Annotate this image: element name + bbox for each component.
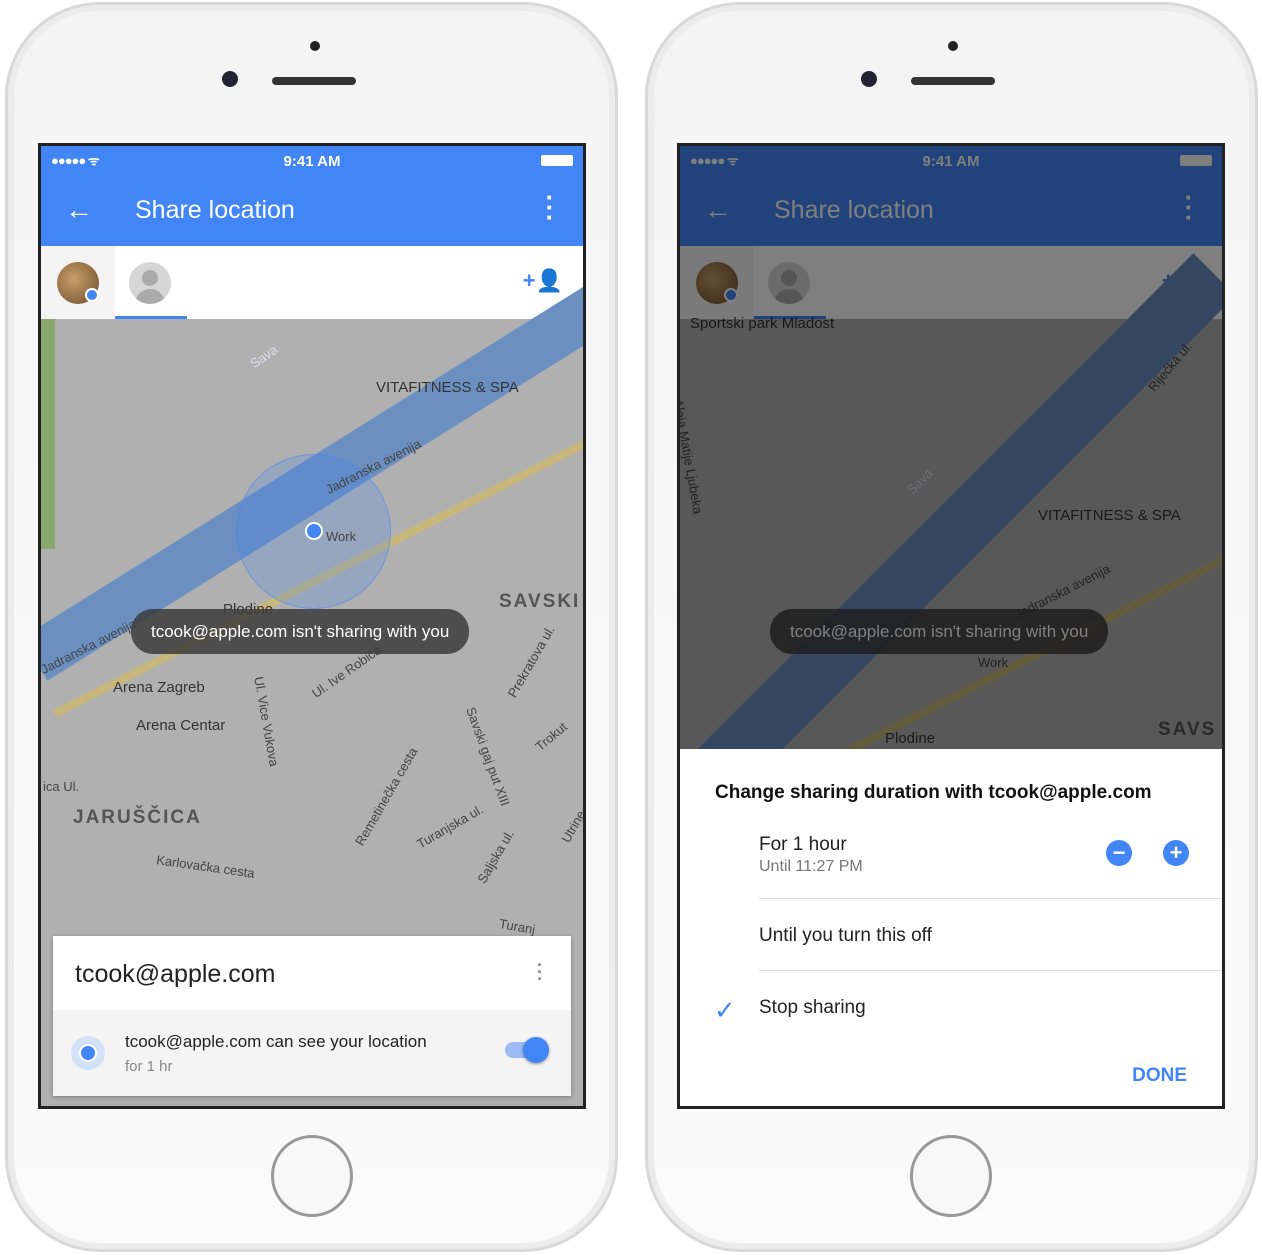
option-until-off[interactable]: Until you turn this off: [759, 925, 932, 947]
battery-icon: [541, 155, 573, 166]
map-label: Remetinečka cesta: [352, 744, 421, 849]
sharing-duration: for 1 hr: [125, 1058, 173, 1075]
map-label: Savski gaj put XIII: [463, 705, 513, 808]
map-label: VITAFITNESS & SPA: [376, 379, 519, 396]
proximity-sensor: [310, 41, 320, 51]
clock: 9:41 AM: [283, 153, 341, 170]
map-label: ica Ul.: [43, 779, 80, 794]
add-person-icon[interactable]: +👤: [523, 268, 563, 294]
map-label: JARUŠČICA: [73, 807, 202, 828]
home-button[interactable]: [271, 1135, 353, 1217]
screen-right: ●●●●● ᯤ 9:41 AM ← Share location ··· +👤 …: [677, 143, 1225, 1109]
map-label: Arena Zagreb: [113, 679, 205, 696]
divider: [759, 970, 1222, 971]
location-dot-icon: [71, 1036, 105, 1070]
option-for-1-hour-until: Until 11:27 PM: [759, 858, 863, 875]
proximity-sensor: [948, 41, 958, 51]
page-title: Share location: [135, 196, 295, 224]
map-label: Karlovačka cesta: [155, 852, 256, 881]
map-label: Sava: [247, 341, 281, 372]
front-camera: [861, 71, 877, 87]
check-icon: ✓: [714, 995, 736, 1025]
speaker: [911, 77, 995, 85]
sharing-row: tcook@apple.com can see your location fo…: [53, 1010, 571, 1096]
tab-contact-avatar[interactable]: [129, 262, 171, 304]
more-vert-icon[interactable]: ···: [537, 956, 543, 988]
divider: [759, 898, 1222, 899]
map-label: Turanjska ul.: [414, 801, 486, 852]
back-arrow-icon[interactable]: ←: [65, 194, 93, 226]
home-button[interactable]: [910, 1135, 992, 1217]
contact-email: tcook@apple.com: [75, 960, 276, 988]
map-label: Prekratova ul.: [504, 623, 558, 700]
plus-icon[interactable]: +: [1163, 840, 1189, 866]
map-label: Ul. Vice Vukova: [251, 675, 282, 768]
app-bar: ← Share location ···: [41, 176, 583, 246]
more-vert-icon[interactable]: ···: [545, 184, 555, 230]
speaker: [272, 77, 356, 85]
map-label: Utrine: [558, 807, 586, 846]
duration-sheet: Change sharing duration with tcook@apple…: [680, 749, 1222, 1106]
map[interactable]: Sava VITAFITNESS & SPA Jadranska avenija…: [41, 267, 586, 1106]
option-for-1-hour[interactable]: For 1 hour: [759, 834, 847, 856]
sharing-card: tcook@apple.com · · · tcook@apple.com can …: [53, 936, 571, 1096]
option-stop-sharing[interactable]: Stop sharing: [759, 997, 866, 1019]
done-button[interactable]: DONE: [1132, 1065, 1187, 1087]
status-bar: ●●●●● ᯤ 9:41 AM: [41, 146, 583, 176]
map-label: Saljska ul.: [474, 827, 517, 886]
map-label: SAVSKI: [499, 591, 581, 612]
sheet-title: Change sharing duration with tcook@apple…: [715, 782, 1152, 803]
tab-self[interactable]: [41, 246, 115, 319]
map-label: Work: [326, 529, 357, 544]
scrim[interactable]: [680, 146, 1222, 749]
front-camera: [222, 71, 238, 87]
map-label: Arena Centar: [136, 717, 226, 734]
sharing-toggle[interactable]: [505, 1037, 549, 1063]
map-label: Turanj: [497, 915, 537, 938]
toast: tcook@apple.com isn't sharing with you: [131, 609, 470, 654]
map-label: Trokut: [532, 719, 570, 754]
minus-icon[interactable]: −: [1106, 840, 1132, 866]
location-dot-icon: [85, 288, 99, 302]
people-tabs: +👤: [41, 246, 583, 319]
screen-left: ●●●●● ᯤ 9:41 AM ← Share location · · · +👤 …: [38, 143, 586, 1109]
sharing-status: tcook@apple.com can see your location: [125, 1032, 427, 1051]
